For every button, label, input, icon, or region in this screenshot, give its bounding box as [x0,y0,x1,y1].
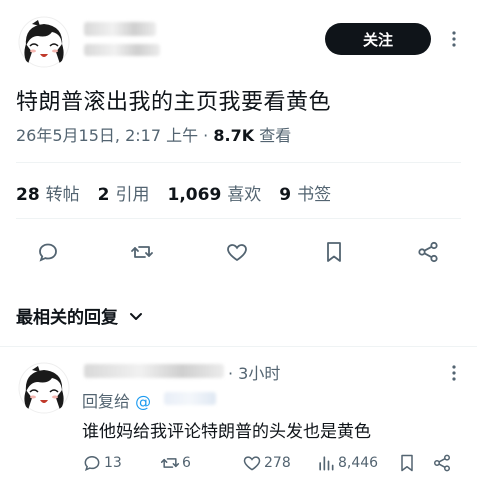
reply-like-button[interactable]: 278 [242,452,291,474]
meta-separator: · [198,126,214,145]
stat-bookmarks[interactable]: 9 书签 [279,180,331,205]
anime-avatar-image [18,16,70,68]
author-name-redacted[interactable] [84,22,156,36]
views-count: 8.7K [213,126,255,145]
reply-text: 谁他妈给我评论特朗普的头发也是黄色 [82,422,371,442]
sort-label: 最相关的回复 [16,308,118,328]
divider [16,218,461,219]
like-icon[interactable] [221,236,253,268]
reply-bookmark-button[interactable] [397,452,419,474]
reply-retweet-button[interactable]: 6 [160,452,191,474]
bookmark-icon [401,454,413,472]
stat-retweets[interactable]: 28 转帖 [16,180,80,205]
stat-quotes[interactable]: 2 引用 [98,180,150,205]
tweet-timestamp[interactable]: 26年5月15日, 2:17 上午 [16,126,198,145]
author-avatar[interactable] [18,16,70,68]
more-options-icon[interactable] [444,29,464,49]
views-icon [319,456,334,471]
replying-to: 回复给 @ [82,392,152,411]
share-icon [433,454,451,472]
reply-to-handle-redacted[interactable] [164,392,216,405]
share-icon[interactable] [412,236,444,268]
retweet-icon[interactable] [126,236,158,268]
reply-more-options-icon[interactable] [444,363,464,383]
reply-time[interactable]: · 3小时 [228,360,280,384]
anime-avatar-image [18,362,70,414]
reply-views-button[interactable]: 8,446 [316,452,378,474]
reply-sort-dropdown[interactable]: 最相关的回复 [16,303,144,328]
stat-likes[interactable]: 1,069 喜欢 [168,180,262,205]
bookmark-icon[interactable] [318,236,350,268]
reply-author-avatar[interactable] [18,362,70,414]
views-label: 查看 [254,126,292,145]
tweet-text: 特朗普滚出我的主页我要看黄色 [16,90,332,115]
chevron-down-icon [130,312,142,320]
divider [0,346,477,347]
follow-button[interactable]: 关注 [325,23,431,55]
reply-icon[interactable] [32,236,64,268]
reply-icon [84,455,100,472]
engagement-stats: 28 转帖 2 引用 1,069 喜欢 9 书签 [16,180,349,205]
retweet-icon [160,458,180,468]
author-handle-redacted[interactable] [84,44,160,56]
reply-to-handle[interactable]: @ [135,392,151,411]
reply-share-button[interactable] [432,452,454,474]
tweet-action-bar [0,236,477,268]
tweet-meta: 26年5月15日, 2:17 上午 · 8.7K 查看 [16,122,291,146]
divider [16,162,461,163]
like-icon [243,456,261,471]
reply-author-redacted[interactable] [84,364,224,378]
reply-reply-button[interactable]: 13 [82,452,122,474]
